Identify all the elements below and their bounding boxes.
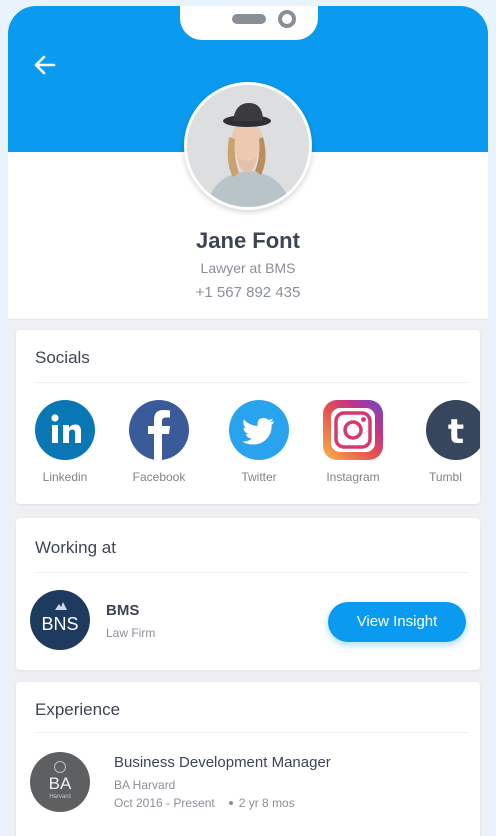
front-camera xyxy=(278,10,296,28)
social-label: Twitter xyxy=(241,470,277,484)
experience-logo-text: BA xyxy=(48,774,72,793)
socials-card: Socials Linkedin Facebook Twitter Instag… xyxy=(16,330,480,504)
company-mark-icon xyxy=(55,602,67,610)
back-button[interactable] xyxy=(30,50,60,80)
social-instagram[interactable]: Instagram xyxy=(313,400,393,484)
avatar xyxy=(184,82,312,210)
social-label: Linkedin xyxy=(42,470,88,484)
experience-duration: 2 yr 8 mos xyxy=(238,796,295,810)
separator-dot xyxy=(228,800,233,805)
twitter-icon xyxy=(229,400,289,460)
phone-notch xyxy=(180,6,318,40)
working-at-card: Working at BNS BMS Law Firm View Insight xyxy=(16,518,480,670)
social-label: Facebook xyxy=(132,470,186,484)
company-logo: BNS xyxy=(30,590,90,650)
profile-phone[interactable]: +1 567 892 435 xyxy=(8,284,488,301)
social-label: Tumbl xyxy=(429,470,462,484)
speaker-grille xyxy=(232,14,266,24)
experience-logo-subtext: Harvard xyxy=(49,794,71,800)
company-logo-text: BNS xyxy=(41,614,79,634)
linkedin-icon xyxy=(35,400,95,460)
socials-title: Socials xyxy=(35,348,90,367)
profile-name: Jane Font xyxy=(196,228,300,253)
company-type: Law Firm xyxy=(106,626,156,640)
experience-title: Experience xyxy=(35,700,121,719)
experience-divider xyxy=(35,732,468,733)
logo-mark-icon xyxy=(54,761,66,773)
socials-divider xyxy=(35,382,468,383)
phone-screen: Jane Font Lawyer at BMS +1 567 892 435 S… xyxy=(8,6,488,836)
social-twitter[interactable]: Twitter xyxy=(219,400,299,484)
company-name: BMS xyxy=(106,602,140,619)
working-divider xyxy=(35,572,468,573)
social-facebook[interactable]: Facebook xyxy=(119,400,199,484)
facebook-icon xyxy=(129,400,189,460)
experience-company: BA Harvard xyxy=(114,778,176,792)
view-insight-button[interactable]: View Insight xyxy=(328,602,466,642)
experience-dates: Oct 2016 - Present xyxy=(114,796,215,810)
experience-company-logo: BA Harvard xyxy=(30,752,90,812)
instagram-icon xyxy=(323,400,383,460)
arrow-left-icon xyxy=(34,55,56,75)
experience-job-title: Business Development Manager xyxy=(114,754,331,771)
social-linkedin[interactable]: Linkedin xyxy=(25,400,105,484)
profile-role: Lawyer at BMS xyxy=(200,260,296,276)
svg-text:t: t xyxy=(448,412,464,452)
experience-dates-row: Oct 2016 - Present 2 yr 8 mos xyxy=(114,796,295,810)
social-tumblr[interactable]: t Tumbl xyxy=(406,400,480,484)
tumblr-icon: t xyxy=(426,400,480,460)
social-label: Instagram xyxy=(326,470,380,484)
experience-card: Experience BA Harvard Business Developme… xyxy=(16,682,480,836)
working-title: Working at xyxy=(35,538,116,557)
